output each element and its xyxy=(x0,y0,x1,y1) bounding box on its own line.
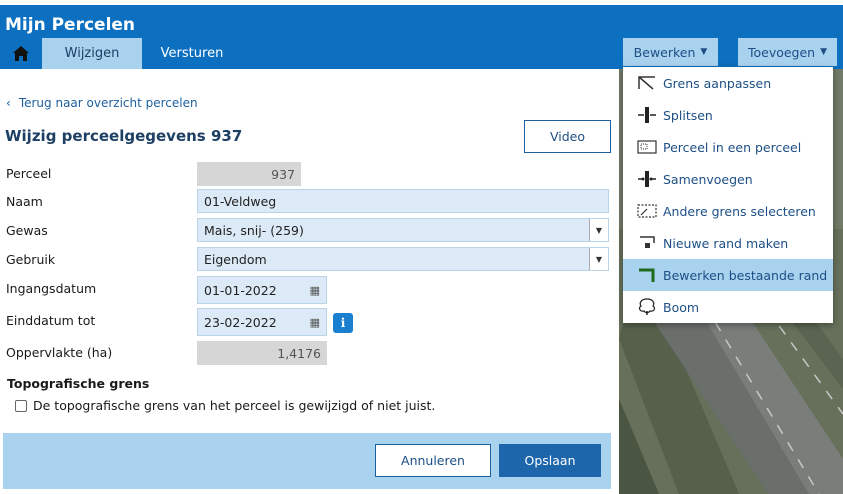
toevoegen-label: Toevoegen xyxy=(747,44,816,60)
menu-item-label: Boom xyxy=(663,299,700,315)
gewas-value: Mais, snij- (259) xyxy=(204,222,304,238)
edit-edge-icon xyxy=(637,266,657,284)
info-icon[interactable]: i xyxy=(333,313,353,333)
select-arrow-icon: ▼ xyxy=(589,219,608,241)
form-footer: Annuleren Opslaan xyxy=(3,433,611,489)
gebruik-label: Gebruik xyxy=(6,252,56,267)
menu-item-label: Splitsen xyxy=(663,107,713,123)
oppervlakte-label: Oppervlakte (ha) xyxy=(6,345,113,360)
menu-item-label: Grens aanpassen xyxy=(663,75,772,91)
ingangsdatum-input[interactable]: 01-01-2022 ▦ xyxy=(197,276,327,304)
calendar-icon[interactable]: ▦ xyxy=(310,316,320,329)
oppervlakte-field: 1,4176 xyxy=(197,341,327,365)
ingangsdatum-value: 01-01-2022 xyxy=(204,282,277,298)
naam-label: Naam xyxy=(6,194,43,209)
back-link[interactable]: ‹ Terug naar overzicht percelen xyxy=(6,96,198,110)
back-link-label: Terug naar overzicht percelen xyxy=(18,96,198,110)
tab-home[interactable] xyxy=(0,38,42,69)
select-arrow-icon: ▼ xyxy=(589,248,608,270)
ingangsdatum-label: Ingangsdatum xyxy=(6,281,97,296)
menu-item-label: Samenvoegen xyxy=(663,171,753,187)
topo-section-title: Topografische grens xyxy=(7,376,150,391)
naam-input[interactable]: 01-Veldweg xyxy=(197,189,609,213)
perceel-label: Perceel xyxy=(6,166,52,181)
chevron-left-icon: ‹ xyxy=(6,96,11,110)
gewas-select[interactable]: Mais, snij- (259) ▼ xyxy=(197,218,609,242)
perceel-field: 937 xyxy=(197,162,301,186)
tab-versturen[interactable]: Versturen xyxy=(142,38,242,69)
topo-checkbox-row[interactable]: De topografische grens van het perceel i… xyxy=(15,398,435,413)
split-icon xyxy=(637,106,657,124)
menu-item-label: Andere grens selecteren xyxy=(663,203,816,219)
page-title: Wijzig perceelgegevens 937 xyxy=(5,127,243,145)
menu-item-perceel-in-een-perceel[interactable]: Perceel in een perceel xyxy=(623,131,833,163)
menu-item-grens-aanpassen[interactable]: Grens aanpassen xyxy=(623,67,833,99)
menu-item-nieuwe-rand-maken[interactable]: Nieuwe rand maken xyxy=(623,227,833,259)
menu-item-label: Bewerken bestaande rand xyxy=(663,267,828,283)
calendar-icon[interactable]: ▦ xyxy=(310,284,320,297)
bewerken-dropdown-button[interactable]: Bewerken ▼ xyxy=(623,38,718,66)
video-button[interactable]: Video xyxy=(524,120,611,153)
einddatum-input[interactable]: 23-02-2022 ▦ xyxy=(197,308,327,336)
select-boundary-icon xyxy=(637,202,657,220)
merge-icon xyxy=(637,170,657,188)
bewerken-menu: Grens aanpassen Splitsen Perceel in een … xyxy=(623,67,833,323)
app-header: Mijn Percelen Wijzigen Versturen Bewerke… xyxy=(0,5,843,69)
gewas-label: Gewas xyxy=(6,223,48,238)
bewerken-label: Bewerken xyxy=(633,44,696,60)
topo-checkbox[interactable] xyxy=(15,399,27,412)
app-title: Mijn Percelen xyxy=(5,15,136,35)
tab-wijzigen[interactable]: Wijzigen xyxy=(42,38,142,69)
einddatum-label: Einddatum tot xyxy=(6,313,96,328)
menu-item-boom[interactable]: Boom xyxy=(623,291,833,323)
parcel-in-parcel-icon xyxy=(637,138,657,156)
tree-icon xyxy=(637,298,657,316)
new-edge-icon xyxy=(637,234,657,252)
menu-item-samenvoegen[interactable]: Samenvoegen xyxy=(623,163,833,195)
edit-panel: ‹ Terug naar overzicht percelen Wijzig p… xyxy=(0,69,611,494)
caret-down-icon: ▼ xyxy=(820,47,828,57)
cancel-button[interactable]: Annuleren xyxy=(375,444,491,477)
einddatum-value: 23-02-2022 xyxy=(204,314,277,330)
menu-item-splitsen[interactable]: Splitsen xyxy=(623,99,833,131)
tab-bar: Wijzigen Versturen xyxy=(0,38,242,69)
caret-down-icon: ▼ xyxy=(700,47,708,57)
edit-boundary-icon xyxy=(637,74,657,92)
save-button[interactable]: Opslaan xyxy=(499,444,601,477)
toevoegen-dropdown-button[interactable]: Toevoegen ▼ xyxy=(738,38,837,66)
topo-checkbox-label: De topografische grens van het perceel i… xyxy=(33,398,436,413)
gebruik-select[interactable]: Eigendom ▼ xyxy=(197,247,609,271)
menu-item-label: Nieuwe rand maken xyxy=(663,235,789,251)
menu-item-andere-grens-selecteren[interactable]: Andere grens selecteren xyxy=(623,195,833,227)
gebruik-value: Eigendom xyxy=(204,251,267,267)
menu-item-bewerken-bestaande-rand[interactable]: Bewerken bestaande rand xyxy=(623,259,833,291)
menu-item-label: Perceel in een perceel xyxy=(663,139,802,155)
home-icon xyxy=(13,46,29,61)
